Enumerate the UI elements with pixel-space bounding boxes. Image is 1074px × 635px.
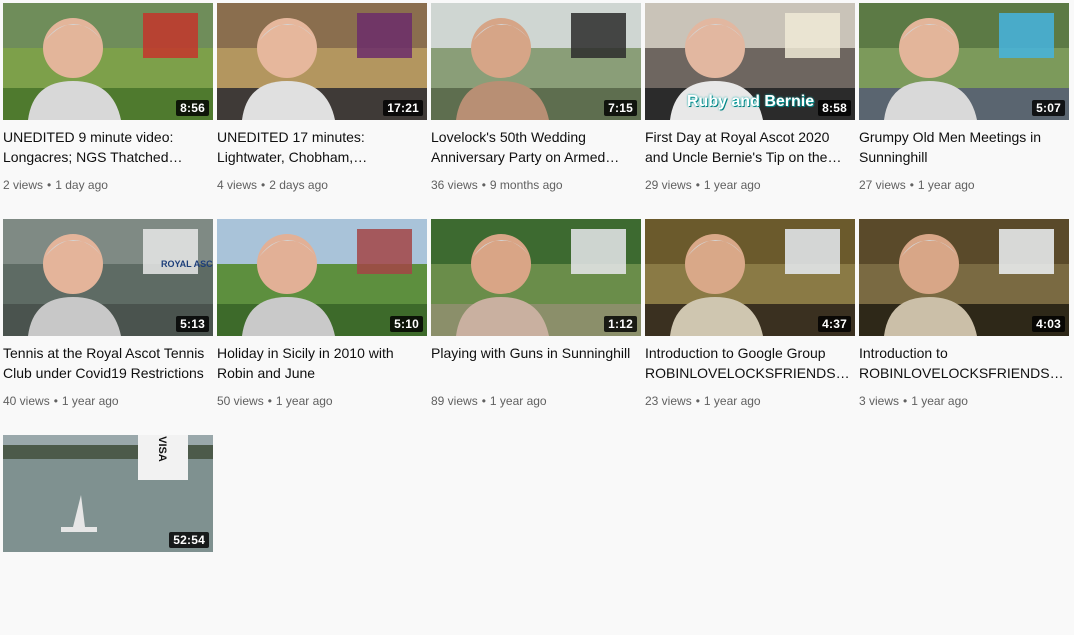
video-title[interactable]: Introduction to ROBINLOVELOCKSFRIENDS@GO… <box>859 343 1067 383</box>
video-thumbnail[interactable]: 4:03 <box>859 219 1069 336</box>
video-meta: 3 views • 1 year ago <box>859 392 1067 410</box>
meta-separator: • <box>53 394 58 408</box>
video-thumbnail[interactable]: 17:21 <box>217 3 427 120</box>
video-card[interactable]: VISA 52:54 <box>3 435 213 635</box>
video-meta: 2 views • 1 day ago <box>3 176 211 194</box>
video-title[interactable]: Introduction to Google Group ROBINLOVELO… <box>645 343 853 383</box>
video-meta: 4 views • 2 days ago <box>217 176 425 194</box>
video-meta: 50 views • 1 year ago <box>217 392 425 410</box>
video-card[interactable]: 4:03 Introduction to ROBINLOVELOCKSFRIEND… <box>859 219 1069 419</box>
video-card[interactable]: 5:10 Holiday in Sicily in 2010 with Robin… <box>217 219 427 419</box>
video-meta: 89 views • 1 year ago <box>431 392 639 410</box>
video-meta: 40 views • 1 year ago <box>3 392 211 410</box>
meta-separator: • <box>903 394 908 408</box>
view-count: 2 views <box>3 178 44 192</box>
thumbnail-overlay-text: ROYAL ASCO <box>161 259 213 269</box>
video-thumbnail[interactable]: 7:15 <box>431 3 641 120</box>
video-duration-badge: 8:58 <box>818 100 851 116</box>
video-card[interactable]: 17:21 UNEDITED 17 minutes: Lightwater, Ch… <box>217 3 427 203</box>
upload-age: 1 year ago <box>911 394 968 408</box>
video-meta: 23 views • 1 year ago <box>645 392 853 410</box>
video-card[interactable]: 8:56 UNEDITED 9 minute video: Longacres; … <box>3 3 213 203</box>
video-card[interactable]: 7:15 Lovelock's 50th Wedding Anniversary … <box>431 3 641 203</box>
video-duration-badge: 4:03 <box>1032 316 1065 332</box>
view-count: 23 views <box>645 394 692 408</box>
thumbnail-overlay-text: VISA <box>155 436 168 462</box>
video-thumbnail[interactable]: VISA 52:54 <box>3 435 213 552</box>
video-title[interactable]: First Day at Royal Ascot 2020 and Uncle … <box>645 127 853 167</box>
video-thumbnail[interactable]: 5:10 <box>217 219 427 336</box>
video-thumbnail[interactable]: 8:56 <box>3 3 213 120</box>
view-count: 36 views <box>431 178 478 192</box>
video-card[interactable]: 4:37 Introduction to Google Group ROBINLO… <box>645 219 855 419</box>
video-duration-badge: 5:10 <box>390 316 423 332</box>
view-count: 29 views <box>645 178 692 192</box>
video-meta: 36 views • 9 months ago <box>431 176 639 194</box>
view-count: 4 views <box>217 178 258 192</box>
video-thumbnail[interactable]: 5:07 <box>859 3 1069 120</box>
video-duration-badge: 7:15 <box>604 100 637 116</box>
upload-age: 2 days ago <box>269 178 328 192</box>
video-duration-badge: 4:37 <box>818 316 851 332</box>
thumbnail-overlay-text: Ruby and Bernie <box>687 93 815 110</box>
video-title[interactable]: Lovelock's 50th Wedding Anniversary Part… <box>431 127 639 167</box>
meta-separator: • <box>261 178 266 192</box>
meta-separator: • <box>695 178 700 192</box>
video-duration-badge: 17:21 <box>383 100 423 116</box>
meta-separator: • <box>909 178 914 192</box>
meta-separator: • <box>481 394 486 408</box>
video-title[interactable]: UNEDITED 9 minute video: Longacres; NGS … <box>3 127 211 167</box>
meta-separator: • <box>481 178 486 192</box>
video-duration-badge: 5:13 <box>176 316 209 332</box>
video-card[interactable]: Ruby and Bernie 8:58 First Day at Royal As… <box>645 3 855 203</box>
upload-age: 1 year ago <box>61 394 119 408</box>
video-card[interactable]: 5:07 Grumpy Old Men Meetings in Sunninghi… <box>859 3 1069 203</box>
view-count: 89 views <box>431 394 478 408</box>
upload-age: 1 year ago <box>703 178 761 192</box>
video-duration-badge: 52:54 <box>169 532 209 548</box>
meta-separator: • <box>267 394 272 408</box>
upload-age: 1 day ago <box>55 178 108 192</box>
video-duration-badge: 8:56 <box>176 100 209 116</box>
meta-separator: • <box>695 394 700 408</box>
upload-age: 1 year ago <box>489 394 547 408</box>
upload-age: 9 months ago <box>489 178 563 192</box>
video-meta: 27 views • 1 year ago <box>859 176 1067 194</box>
video-meta: 29 views • 1 year ago <box>645 176 853 194</box>
upload-age: 1 year ago <box>703 394 761 408</box>
video-title[interactable]: Grumpy Old Men Meetings in Sunninghill <box>859 127 1067 167</box>
meta-separator: • <box>47 178 52 192</box>
video-thumbnail[interactable]: 4:37 <box>645 219 855 336</box>
video-title[interactable]: Tennis at the Royal Ascot Tennis Club un… <box>3 343 211 383</box>
video-card[interactable]: 1:12 Playing with Guns in Sunninghill 89 v… <box>431 219 641 419</box>
video-thumbnail[interactable]: 1:12 <box>431 219 641 336</box>
video-grid: 8:56 UNEDITED 9 minute video: Longacres; … <box>0 0 1074 556</box>
video-thumbnail[interactable]: ROYAL ASCO 5:13 <box>3 219 213 336</box>
video-duration-badge: 1:12 <box>604 316 637 332</box>
view-count: 50 views <box>217 394 264 408</box>
upload-age: 1 year ago <box>275 394 333 408</box>
video-thumbnail[interactable]: Ruby and Bernie 8:58 <box>645 3 855 120</box>
video-title[interactable]: UNEDITED 17 minutes: Lightwater, Chobham… <box>217 127 425 167</box>
view-count: 40 views <box>3 394 50 408</box>
upload-age: 1 year ago <box>917 178 975 192</box>
video-title[interactable]: Holiday in Sicily in 2010 with Robin and… <box>217 343 425 383</box>
view-count: 27 views <box>859 178 906 192</box>
video-duration-badge: 5:07 <box>1032 100 1065 116</box>
video-title[interactable]: Playing with Guns in Sunninghill <box>431 343 639 363</box>
view-count: 3 views <box>859 394 900 408</box>
video-card[interactable]: ROYAL ASCO 5:13 Tennis at the Royal Ascot … <box>3 219 213 419</box>
